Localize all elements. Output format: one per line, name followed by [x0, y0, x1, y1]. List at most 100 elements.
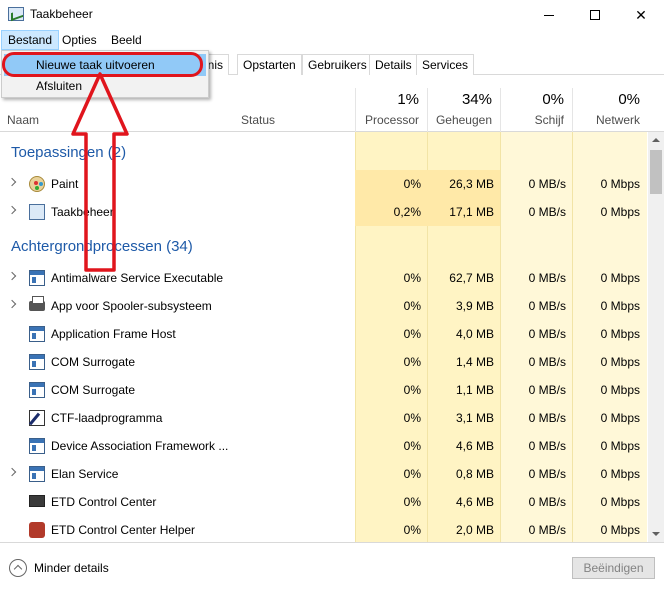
network-value: 0 Mbps [600, 299, 640, 313]
table-row[interactable]: COM Surrogate 0% 1,4 MB 0 MB/s 0 Mbps [0, 348, 648, 376]
cpu-value: 0% [403, 439, 421, 453]
scroll-down-button[interactable] [648, 526, 664, 542]
cpu-value: 0% [403, 467, 421, 481]
minimize-icon [544, 14, 554, 16]
tab-details[interactable]: Details [369, 54, 418, 75]
cpu-value: 0% [403, 327, 421, 341]
scroll-thumb[interactable] [650, 150, 662, 194]
network-value: 0 Mbps [600, 271, 640, 285]
column-memory[interactable]: 34% Geheugen [427, 88, 500, 132]
memory-value: 17,1 MB [427, 198, 500, 226]
maximize-button[interactable] [572, 0, 618, 30]
process-name: Antimalware Service Executable [51, 271, 224, 285]
end-task-button[interactable]: Beëindigen [572, 557, 655, 579]
disk-value: 0 MB/s [528, 205, 566, 219]
footer: Minder details Beëindigen [0, 542, 664, 591]
memory-value: 3,1 MB [455, 411, 494, 425]
less-details-link[interactable]: Minder details [34, 561, 109, 575]
disk-value: 0 MB/s [528, 439, 566, 453]
close-button[interactable]: ✕ [618, 0, 664, 30]
table-row[interactable]: App voor Spooler-subsysteem 0% 3,9 MB 0 … [0, 292, 648, 320]
table-row[interactable]: ETD Control Center 0% 4,6 MB 0 MB/s 0 Mb… [0, 488, 648, 516]
paint-icon [29, 176, 45, 192]
cpu-total: 1% [397, 91, 419, 108]
arrow-up-icon [652, 138, 660, 142]
memory-label: Geheugen [435, 113, 492, 127]
column-network[interactable]: 0% Netwerk [572, 88, 648, 132]
table-row[interactable]: COM Surrogate 0% 1,1 MB 0 MB/s 0 Mbps [0, 376, 648, 404]
chevron-right-icon[interactable] [7, 177, 17, 187]
memory-value: 2,0 MB [455, 523, 494, 537]
vertical-scrollbar[interactable] [648, 132, 664, 542]
tab-startup[interactable]: Opstarten [237, 54, 302, 75]
menu-bestand[interactable]: Bestand [1, 30, 60, 50]
cpu-value: 0% [403, 411, 421, 425]
cpu-value: 0,2% [355, 198, 427, 226]
window-icon [29, 466, 45, 482]
network-label: Netwerk [595, 113, 640, 127]
disk-value: 0 MB/s [528, 355, 566, 369]
scroll-up-button[interactable] [648, 132, 664, 148]
network-value: 0 Mbps [600, 495, 640, 509]
network-value: 0 Mbps [600, 523, 640, 537]
cpu-value: 0% [403, 495, 421, 509]
disk-value: 0 MB/s [528, 467, 566, 481]
disk-value: 0 MB/s [528, 523, 566, 537]
network-value: 0 Mbps [600, 383, 640, 397]
table-row[interactable]: Elan Service 0% 0,8 MB 0 MB/s 0 Mbps [0, 460, 648, 488]
disk-value: 0 MB/s [528, 495, 566, 509]
table-row[interactable]: Device Association Framework ... 0% 4,6 … [0, 432, 648, 460]
tab-users[interactable]: Gebruikers [302, 54, 373, 75]
window-icon [29, 382, 45, 398]
network-total: 0% [618, 91, 640, 108]
menu-opties[interactable]: Opties [56, 30, 103, 50]
chevron-right-icon[interactable] [7, 467, 17, 477]
column-cpu[interactable]: 1% Processor [355, 88, 427, 132]
window-title: Taakbeheer [30, 7, 93, 21]
window-icon [29, 270, 45, 286]
disk-value: 0 MB/s [528, 327, 566, 341]
memory-value: 26,3 MB [427, 170, 500, 198]
cpu-value: 0% [403, 271, 421, 285]
memory-value: 0,8 MB [455, 467, 494, 481]
disk-total: 0% [542, 91, 564, 108]
chevron-up-circle-icon[interactable] [9, 559, 27, 577]
table-row[interactable]: ETD Control Center Helper 0% 2,0 MB 0 MB… [0, 516, 648, 542]
annotation-arrow [71, 72, 129, 272]
memory-value: 62,7 MB [449, 271, 494, 285]
column-status[interactable]: Status [241, 113, 275, 127]
process-name: ETD Control Center [51, 495, 157, 509]
network-value: 0 Mbps [600, 177, 640, 191]
cpu-value: 0% [355, 170, 427, 198]
flame-icon [29, 522, 45, 538]
tab-services[interactable]: Services [416, 54, 475, 75]
column-disk[interactable]: 0% Schijf [500, 88, 572, 132]
pen-icon [29, 410, 45, 426]
network-value: 0 Mbps [600, 439, 640, 453]
memory-value: 1,4 MB [455, 355, 494, 369]
window-icon [29, 438, 45, 454]
process-name: Device Association Framework ... [51, 439, 229, 453]
chevron-right-icon[interactable] [7, 299, 17, 309]
cpu-value: 0% [403, 299, 421, 313]
task-manager-icon [8, 7, 24, 21]
disk-value: 0 MB/s [528, 299, 566, 313]
memory-value: 4,0 MB [455, 327, 494, 341]
table-row[interactable]: CTF-laadprogramma 0% 3,1 MB 0 MB/s 0 Mbp… [0, 404, 648, 432]
memory-total: 34% [461, 91, 492, 108]
disk-value: 0 MB/s [528, 383, 566, 397]
arrow-down-icon [652, 532, 660, 536]
window-icon [29, 326, 45, 342]
column-name[interactable]: Naam [7, 113, 39, 127]
process-name: App voor Spooler-subsysteem [51, 299, 212, 313]
title-bar: Taakbeheer ✕ [0, 0, 664, 30]
menu-beeld[interactable]: Beeld [105, 30, 148, 50]
minimize-button[interactable] [526, 0, 572, 30]
task-manager-icon [29, 204, 45, 220]
table-row[interactable]: Application Frame Host 0% 4,0 MB 0 MB/s … [0, 320, 648, 348]
disk-value: 0 MB/s [528, 411, 566, 425]
chevron-right-icon[interactable] [7, 271, 17, 281]
process-name: CTF-laadprogramma [51, 411, 163, 425]
chevron-right-icon[interactable] [7, 205, 17, 215]
monitor-icon [29, 495, 45, 507]
